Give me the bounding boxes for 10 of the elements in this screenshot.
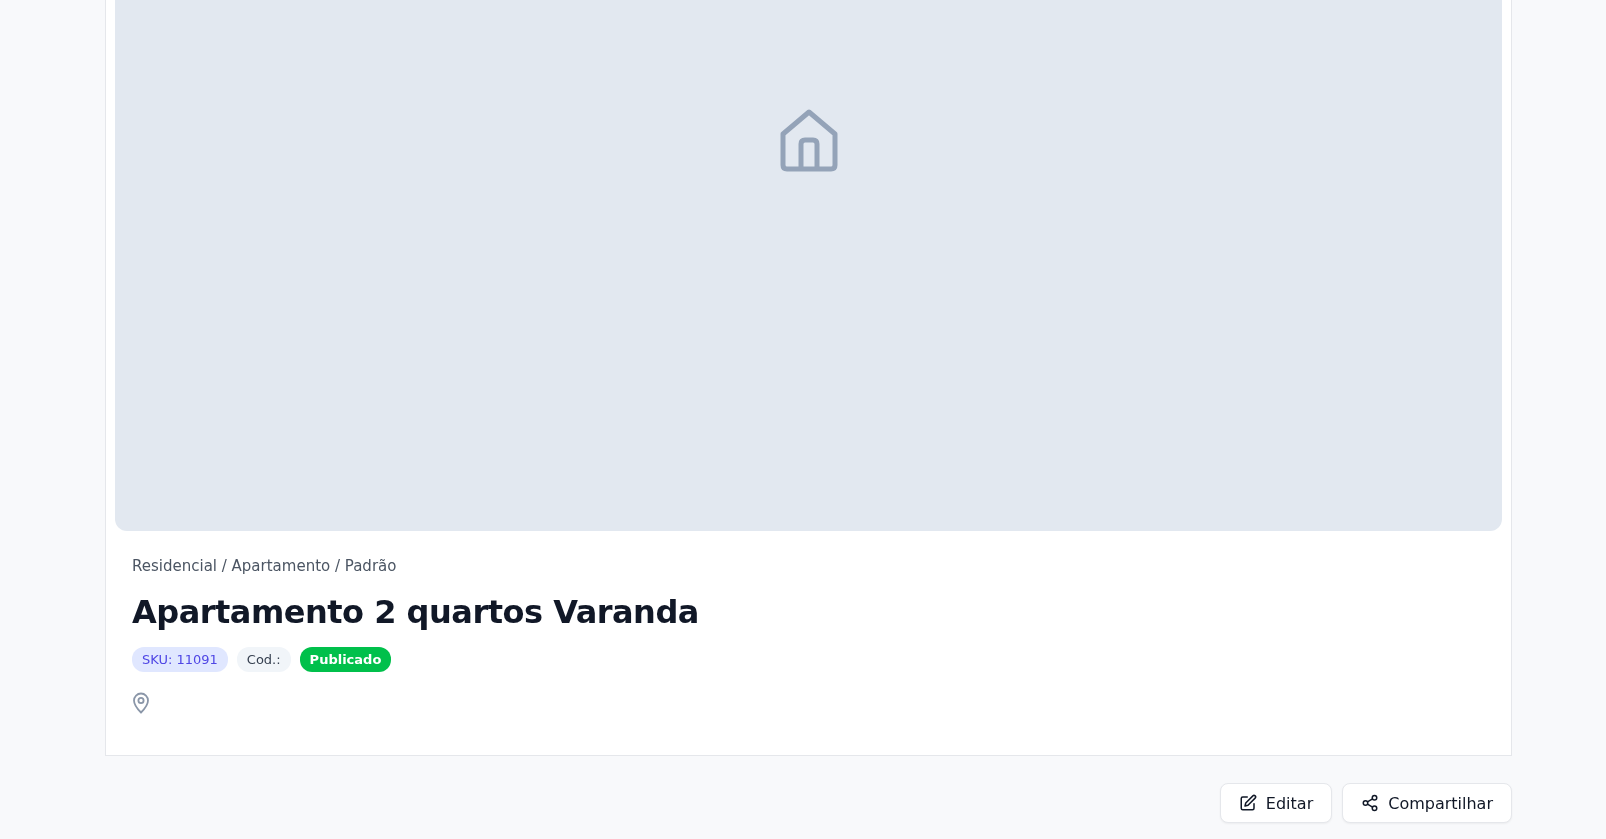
code-badge: SKU: 11091 xyxy=(132,647,228,672)
listing-title: Apartamento 2 quartos Varanda xyxy=(132,593,700,631)
status-badge: Publicado xyxy=(299,647,392,672)
edit-icon xyxy=(1238,794,1257,812)
code-badge: Cod.: xyxy=(236,647,291,672)
edit-button[interactable]: Editar xyxy=(1219,783,1333,823)
breadcrumb: Residencial / Apartamento / Padrão xyxy=(132,557,398,575)
location-pin-icon xyxy=(132,692,150,714)
share-icon xyxy=(1361,794,1380,812)
share-button[interactable]: Compartilhar xyxy=(1342,783,1512,823)
